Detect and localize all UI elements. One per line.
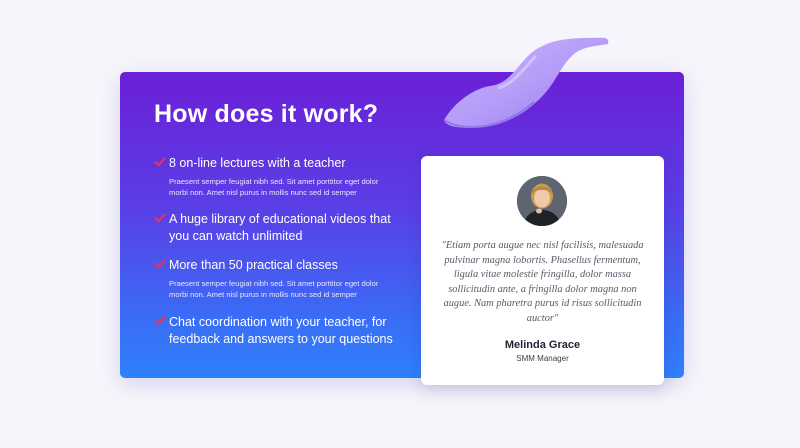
check-icon — [154, 213, 166, 223]
feature-title: More than 50 practical classes — [169, 258, 338, 272]
check-icon — [154, 316, 166, 326]
feature-item-chat-coordination: Chat coordination with your teacher, for… — [154, 314, 399, 348]
feature-item-video-library: A huge library of educational videos tha… — [154, 211, 399, 245]
feature-description: Praesent semper feugiat nibh sed. Sit am… — [169, 177, 379, 197]
testimonial-quote: "Etiam porta augue nec nisl facilisis, m… — [441, 240, 644, 324]
feature-description: Praesent semper feugiat nibh sed. Sit am… — [169, 279, 379, 299]
avatar — [517, 176, 567, 226]
feature-item-lectures: 8 on-line lectures with a teacher Praese… — [154, 155, 399, 198]
testimonial-role: SMM Manager — [516, 354, 569, 363]
feature-item-practical-classes: More than 50 practical classes Praesent … — [154, 257, 399, 300]
check-icon — [154, 259, 166, 269]
feature-title: 8 on-line lectures with a teacher — [169, 156, 346, 170]
testimonial-name: Melinda Grace — [504, 339, 581, 351]
feature-title: A huge library of educational videos tha… — [169, 212, 391, 243]
testimonial-card: "Etiam porta augue nec nisl facilisis, m… — [421, 156, 664, 385]
decorative-ribbon-graphic — [443, 37, 609, 129]
feature-title: Chat coordination with your teacher, for… — [169, 315, 393, 346]
check-icon — [154, 157, 166, 167]
avatar-portrait — [517, 176, 567, 226]
section-title: How does it work? — [154, 100, 379, 128]
